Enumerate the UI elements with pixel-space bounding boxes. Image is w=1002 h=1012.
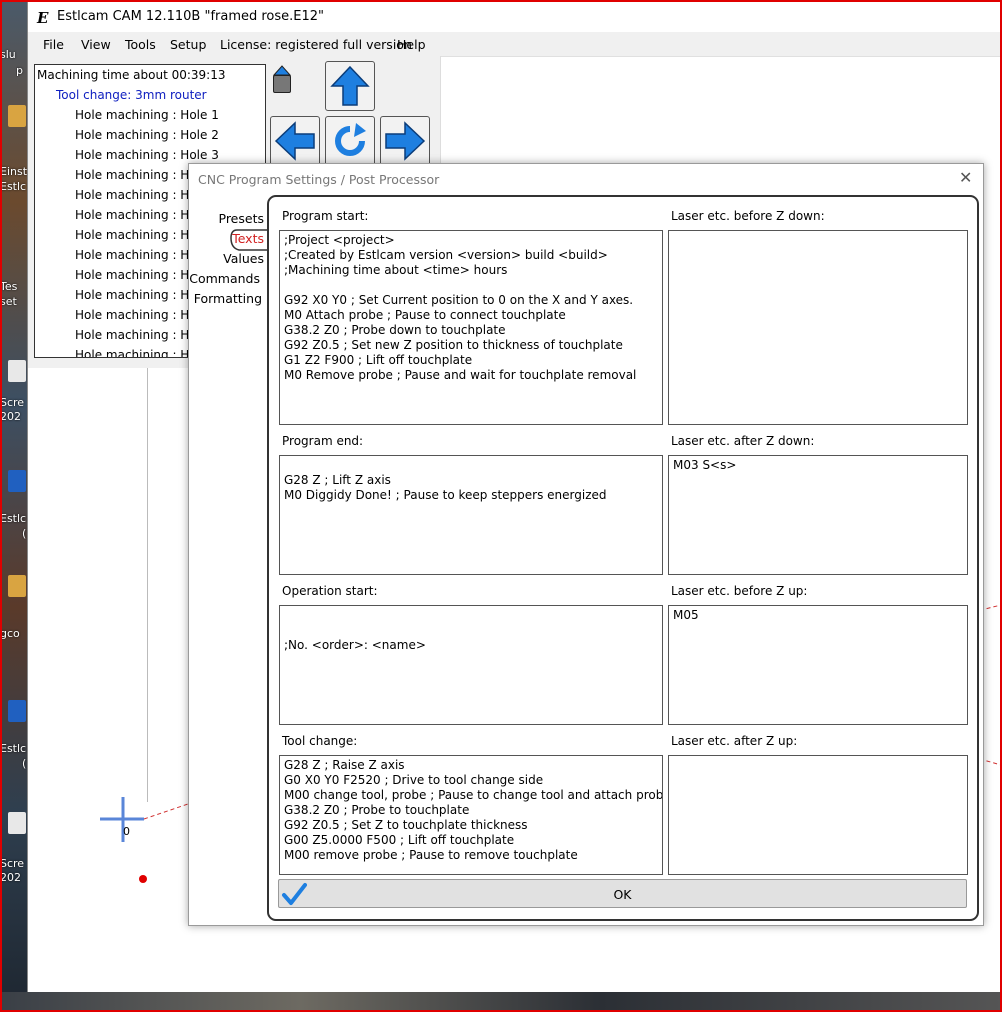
- move-right-button[interactable]: [380, 116, 430, 166]
- arrow-left-icon: [274, 121, 315, 161]
- workpiece-outline: [147, 368, 148, 802]
- desktop-label: Estlc: [0, 742, 27, 755]
- tree-hole-item[interactable]: Hole machining : Hole 1: [75, 105, 219, 125]
- origin-label: 0: [123, 825, 130, 838]
- folder-icon[interactable]: [8, 105, 26, 127]
- program-end-label: Program end:: [282, 434, 364, 448]
- tree-hole-item[interactable]: Hole machining : Hole 2: [75, 125, 219, 145]
- estlcam-shortcut-icon[interactable]: [8, 700, 26, 722]
- desktop-label: Tes: [0, 280, 18, 293]
- operation-start-textarea[interactable]: ;No. <order>: <name>: [279, 605, 663, 725]
- laser-before-z-down-label: Laser etc. before Z down:: [671, 209, 825, 223]
- desktop-label: Scre: [0, 857, 25, 870]
- move-up-button[interactable]: [325, 61, 375, 111]
- title-bar[interactable]: E Estlcam CAM 12.110B "framed rose.E12": [28, 2, 1001, 32]
- menu-help[interactable]: Help: [397, 37, 426, 52]
- laser-before-z-up-textarea[interactable]: M05: [668, 605, 968, 725]
- desktop-label: Scre: [0, 396, 25, 409]
- desktop-label: 202: [0, 410, 21, 423]
- arrow-up-icon: [330, 65, 370, 106]
- menu-view[interactable]: View: [81, 37, 111, 52]
- ok-label: OK: [613, 887, 632, 902]
- desktop-label: Einst: [0, 165, 28, 178]
- nav-texts[interactable]: Texts: [199, 231, 264, 246]
- menu-setup[interactable]: Setup: [170, 37, 206, 52]
- post-processor-dialog: CNC Program Settings / Post Processor ✕ …: [188, 163, 984, 926]
- folder-icon[interactable]: [8, 575, 26, 597]
- tree-tool-change[interactable]: Tool change: 3mm router: [56, 85, 207, 105]
- close-icon[interactable]: ✕: [959, 168, 972, 187]
- nav-commands[interactable]: Commands: [189, 271, 260, 286]
- rotate-button[interactable]: [325, 116, 375, 166]
- laser-after-z-up-label: Laser etc. after Z up:: [671, 734, 798, 748]
- nav-values[interactable]: Values: [199, 251, 264, 266]
- tool-change-label: Tool change:: [282, 734, 358, 748]
- desktop-label: Estlc: [0, 180, 27, 193]
- tree-hole-item[interactable]: Hole machining : Hole 3: [75, 145, 219, 165]
- file-icon[interactable]: [8, 360, 26, 382]
- menu-tools[interactable]: Tools: [125, 37, 156, 52]
- nav-formatting[interactable]: Formatting: [189, 291, 262, 306]
- ok-button[interactable]: OK: [278, 879, 967, 908]
- laser-before-z-up-label: Laser etc. before Z up:: [671, 584, 808, 598]
- rotate-icon: [335, 123, 366, 156]
- dialog-title: CNC Program Settings / Post Processor: [198, 172, 440, 187]
- estlcam-shortcut-icon[interactable]: [8, 470, 26, 492]
- desktop-label: gco: [0, 627, 20, 640]
- nav-presets[interactable]: Presets: [199, 211, 265, 226]
- file-icon[interactable]: [8, 812, 26, 834]
- desktop-label: slu: [0, 48, 16, 61]
- laser-after-z-down-textarea[interactable]: M03 S<s>: [668, 455, 968, 575]
- move-left-button[interactable]: [270, 116, 320, 166]
- program-start-textarea[interactable]: ;Project <project> ;Created by Estlcam v…: [279, 230, 663, 425]
- estlcam-logo-icon: E: [37, 9, 49, 27]
- desktop-wallpaper-strip: [0, 992, 1002, 1012]
- scrollbar-thumb[interactable]: [273, 75, 291, 93]
- laser-after-z-down-label: Laser etc. after Z down:: [671, 434, 815, 448]
- desktop-label: set: [0, 295, 17, 308]
- program-end-textarea[interactable]: G28 Z ; Lift Z axis M0 Diggidy Done! ; P…: [279, 455, 663, 575]
- desktop-label: 202: [0, 871, 21, 884]
- arrow-right-icon: [385, 121, 426, 161]
- tool-change-textarea[interactable]: G28 Z ; Raise Z axis G0 X0 Y0 F2520 ; Dr…: [279, 755, 663, 875]
- desktop-background: slu p Einst Estlc Tes set Scre 202 Estlc…: [0, 0, 30, 1012]
- menu-file[interactable]: File: [43, 37, 64, 52]
- program-start-label: Program start:: [282, 209, 369, 223]
- desktop-label: Estlc: [0, 512, 27, 525]
- menu-license[interactable]: License: registered full version: [220, 37, 412, 52]
- laser-after-z-up-textarea[interactable]: [668, 755, 968, 875]
- tree-header[interactable]: Machining time about 00:39:13: [37, 65, 225, 85]
- laser-before-z-down-textarea[interactable]: [668, 230, 968, 425]
- menu-bar: File View Tools Setup License: registere…: [28, 32, 1001, 57]
- window-title: Estlcam CAM 12.110B "framed rose.E12": [57, 9, 325, 24]
- operation-start-label: Operation start:: [282, 584, 378, 598]
